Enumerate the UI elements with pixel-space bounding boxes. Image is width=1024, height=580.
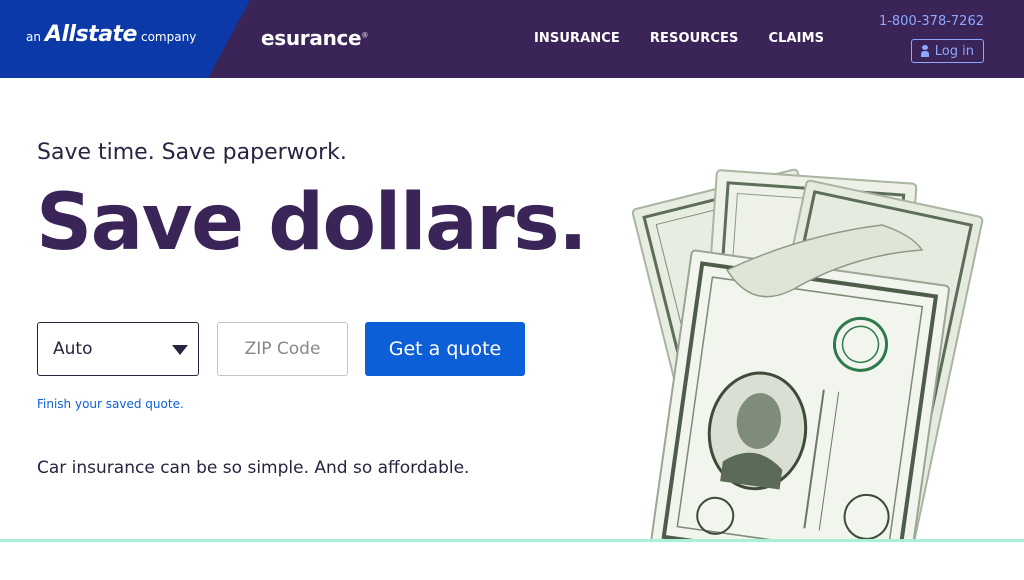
user-icon: [920, 45, 929, 57]
registered-mark-icon: ®: [361, 31, 369, 40]
caret-down-icon: [172, 345, 188, 355]
insurance-type-value: Auto: [53, 339, 93, 359]
main-nav: INSURANCE RESOURCES CLAIMS: [534, 31, 824, 46]
zip-code-input[interactable]: [217, 322, 348, 376]
section-divider: [0, 539, 1024, 542]
allstate-suffix: company: [140, 30, 197, 44]
get-quote-button[interactable]: Get a quote: [365, 322, 525, 376]
hero-subtext: Car insurance can be so simple. And so a…: [37, 458, 470, 478]
hero-tagline: Save time. Save paperwork.: [37, 140, 347, 165]
nav-resources[interactable]: RESOURCES: [650, 31, 739, 46]
phone-number[interactable]: 1-800-378-7262: [879, 14, 984, 29]
saved-quote-link[interactable]: Finish your saved quote.: [37, 397, 184, 411]
login-label: Log in: [934, 43, 974, 59]
esurance-logo[interactable]: esurance®: [261, 26, 368, 50]
hero-headline: Save dollars.: [36, 178, 588, 268]
site-header: an Allstate company esurance® INSURANCE …: [0, 0, 1024, 78]
nav-insurance[interactable]: INSURANCE: [534, 31, 620, 46]
insurance-type-select[interactable]: Auto: [37, 322, 199, 376]
login-button[interactable]: Log in: [910, 39, 984, 63]
esurance-brand: esurance: [261, 26, 362, 50]
allstate-prefix: an: [26, 30, 41, 44]
allstate-logo[interactable]: an Allstate company: [26, 22, 196, 52]
allstate-brand: Allstate: [44, 22, 138, 47]
nav-claims[interactable]: CLAIMS: [768, 31, 824, 46]
dollar-bills-image: [631, 168, 984, 540]
